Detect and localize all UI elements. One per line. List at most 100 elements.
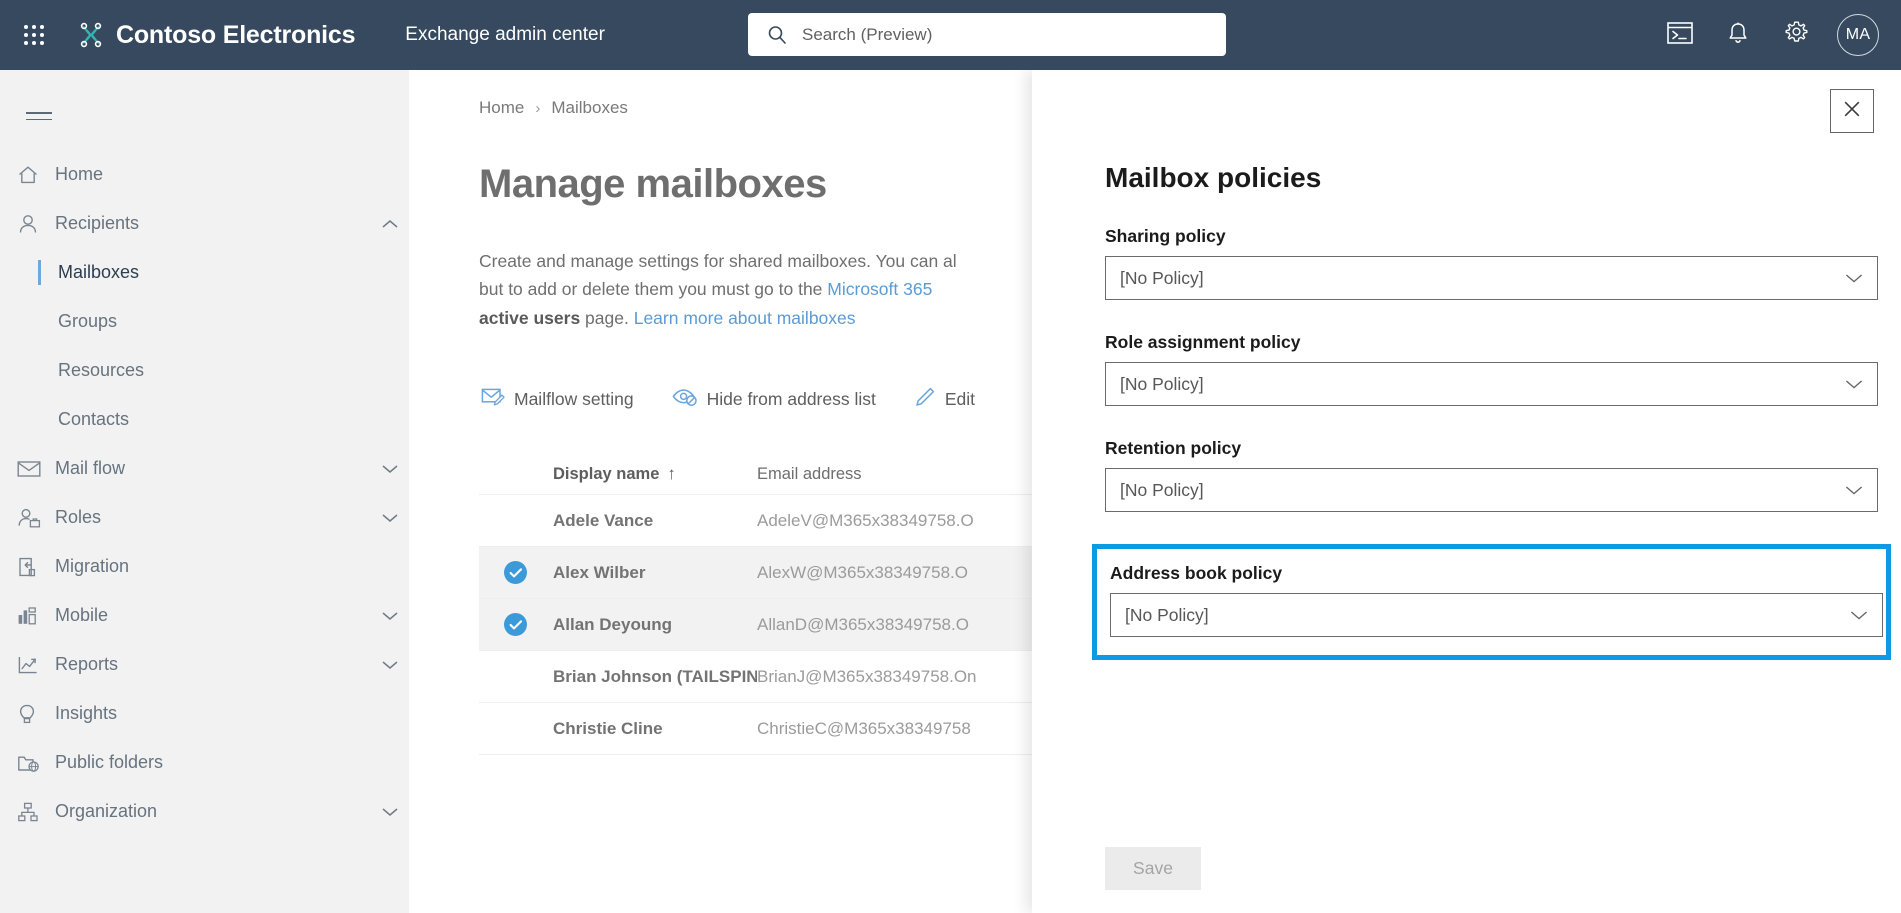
avatar[interactable]: MA bbox=[1837, 14, 1879, 56]
sidebar-item-organization[interactable]: Organization bbox=[0, 787, 409, 836]
sidebar-item-recipients[interactable]: Recipients bbox=[0, 199, 409, 248]
suite-header: Contoso Electronics Exchange admin cente… bbox=[0, 0, 1901, 70]
cell-display-name: Adele Vance bbox=[553, 510, 654, 530]
sidebar-item-public-folders[interactable]: Public folders bbox=[0, 738, 409, 787]
toolbar-button-label: Hide from address list bbox=[706, 388, 876, 409]
sidebar-item-mailboxes[interactable]: Mailboxes bbox=[0, 248, 409, 297]
sidebar-item-groups[interactable]: Groups bbox=[0, 297, 409, 346]
edit-button[interactable]: Edit bbox=[912, 382, 977, 417]
chevron-down-icon[interactable] bbox=[371, 611, 409, 621]
chevron-up-icon[interactable] bbox=[371, 219, 409, 229]
dropdown-value: [No Policy] bbox=[1120, 373, 1204, 394]
sidebar-item-mail-flow[interactable]: Mail flow bbox=[0, 444, 409, 493]
app-title: Exchange admin center bbox=[405, 24, 605, 45]
microsoft-365-link[interactable]: Microsoft 365 bbox=[827, 279, 932, 299]
close-icon bbox=[1842, 99, 1862, 124]
role-assignment-policy-dropdown[interactable]: [No Policy] bbox=[1105, 362, 1878, 406]
sidebar-item-label: Public folders bbox=[55, 752, 164, 772]
checkmark-icon bbox=[504, 613, 527, 637]
hide-from-address-list-button[interactable]: Hide from address list bbox=[670, 383, 878, 416]
description-line-2: but to add or delete them you must go to… bbox=[479, 279, 828, 300]
sharing-policy-dropdown[interactable]: [No Policy] bbox=[1105, 256, 1878, 300]
field-label: Role assignment policy bbox=[1105, 332, 1301, 352]
chevron-down-icon[interactable] bbox=[371, 807, 409, 817]
description-line-3: page. bbox=[580, 307, 634, 328]
field-label: Retention policy bbox=[1105, 438, 1242, 458]
breadcrumb-current[interactable]: Mailboxes bbox=[551, 98, 628, 118]
terminal-icon bbox=[1667, 21, 1693, 49]
chevron-down-icon bbox=[1845, 379, 1863, 390]
sidebar-item-roles[interactable]: Roles bbox=[0, 493, 409, 542]
panel-title: Mailbox policies bbox=[1105, 162, 1322, 193]
org-hierarchy-icon bbox=[17, 801, 55, 823]
row-select-cell[interactable] bbox=[479, 561, 553, 585]
column-header-label: Display name bbox=[553, 464, 660, 483]
field-sharing-policy: Sharing policy [No Policy] bbox=[1105, 226, 1878, 300]
chevron-down-icon bbox=[1850, 610, 1868, 621]
column-header-display-name[interactable]: Display name ↑ bbox=[553, 464, 757, 484]
dropdown-value: [No Policy] bbox=[1120, 479, 1204, 500]
search-input[interactable] bbox=[802, 14, 1226, 55]
save-button[interactable]: Save bbox=[1105, 847, 1201, 890]
chevron-down-icon[interactable] bbox=[371, 660, 409, 670]
chevron-down-icon bbox=[1845, 485, 1863, 496]
chevron-down-icon[interactable] bbox=[371, 464, 409, 474]
app-root: Contoso Electronics Exchange admin cente… bbox=[0, 0, 1901, 913]
close-panel-button[interactable] bbox=[1830, 89, 1874, 133]
mobile-chart-icon bbox=[17, 605, 55, 627]
brand-link[interactable]: Contoso Electronics bbox=[76, 20, 355, 50]
sidebar-item-label: Home bbox=[55, 164, 104, 184]
sidebar-item-migration[interactable]: Migration bbox=[0, 542, 409, 591]
sidebar-subitem-label: Resources bbox=[58, 360, 145, 380]
mailflow-icon bbox=[481, 386, 505, 413]
dropdown-value: [No Policy] bbox=[1125, 604, 1209, 625]
active-users-bold: active users bbox=[479, 307, 581, 328]
cell-display-name: Allan Deyoung bbox=[553, 614, 673, 634]
breadcrumb-home[interactable]: Home bbox=[479, 98, 524, 118]
sidebar-item-insights[interactable]: Insights bbox=[0, 689, 409, 738]
pencil-icon bbox=[914, 386, 936, 413]
sort-ascending-icon: ↑ bbox=[667, 464, 676, 484]
notifications-button[interactable] bbox=[1709, 0, 1767, 70]
dropdown-value: [No Policy] bbox=[1120, 267, 1204, 288]
person-icon bbox=[17, 213, 55, 235]
nav-toggle-button[interactable] bbox=[20, 92, 68, 140]
mailflow-setting-button[interactable]: Mailflow setting bbox=[479, 382, 636, 417]
retention-policy-dropdown[interactable]: [No Policy] bbox=[1105, 468, 1878, 512]
gear-icon bbox=[1784, 20, 1809, 50]
cell-display-name: Alex Wilber bbox=[553, 562, 646, 582]
checkmark-icon bbox=[504, 561, 527, 585]
learn-more-link[interactable]: Learn more about mailboxes bbox=[634, 308, 856, 328]
sidebar-item-label: Migration bbox=[55, 556, 130, 576]
public-folder-icon bbox=[17, 752, 55, 774]
sidebar-item-resources[interactable]: Resources bbox=[0, 346, 409, 395]
row-select-cell[interactable] bbox=[479, 613, 553, 637]
address-book-policy-dropdown[interactable]: [No Policy] bbox=[1110, 593, 1883, 637]
app-launcher-button[interactable] bbox=[10, 0, 58, 70]
sidebar-item-reports[interactable]: Reports bbox=[0, 640, 409, 689]
toolbar-button-label: Edit bbox=[944, 388, 976, 409]
sidebar-item-contacts[interactable]: Contacts bbox=[0, 395, 409, 444]
sidebar-item-mobile[interactable]: Mobile bbox=[0, 591, 409, 640]
suite-actions: MA bbox=[1651, 0, 1901, 70]
brand-name: Contoso Electronics bbox=[116, 20, 356, 49]
person-badge-icon bbox=[17, 507, 55, 529]
column-header-label: Email address bbox=[757, 464, 862, 483]
breadcrumb-separator-icon: › bbox=[535, 99, 541, 117]
hide-eye-icon bbox=[672, 387, 698, 412]
powershell-button[interactable] bbox=[1651, 0, 1709, 70]
sidebar-subitem-label: Mailboxes bbox=[58, 262, 140, 282]
settings-button[interactable] bbox=[1767, 0, 1825, 70]
sidebar-item-home[interactable]: Home bbox=[0, 150, 409, 199]
chevron-down-icon[interactable] bbox=[371, 513, 409, 523]
field-address-book-policy: Address book policy [No Policy] bbox=[1092, 544, 1891, 660]
search-box[interactable] bbox=[748, 13, 1226, 56]
sidebar-subitem-label: Groups bbox=[58, 311, 118, 331]
sidebar-item-label: Organization bbox=[55, 801, 158, 821]
chevron-down-icon bbox=[1845, 273, 1863, 284]
hamburger-icon bbox=[26, 111, 62, 121]
avatar-initials: MA bbox=[1845, 26, 1871, 43]
home-icon bbox=[17, 164, 55, 186]
sidebar-item-label: Mobile bbox=[55, 605, 109, 625]
bell-icon bbox=[1727, 21, 1749, 50]
